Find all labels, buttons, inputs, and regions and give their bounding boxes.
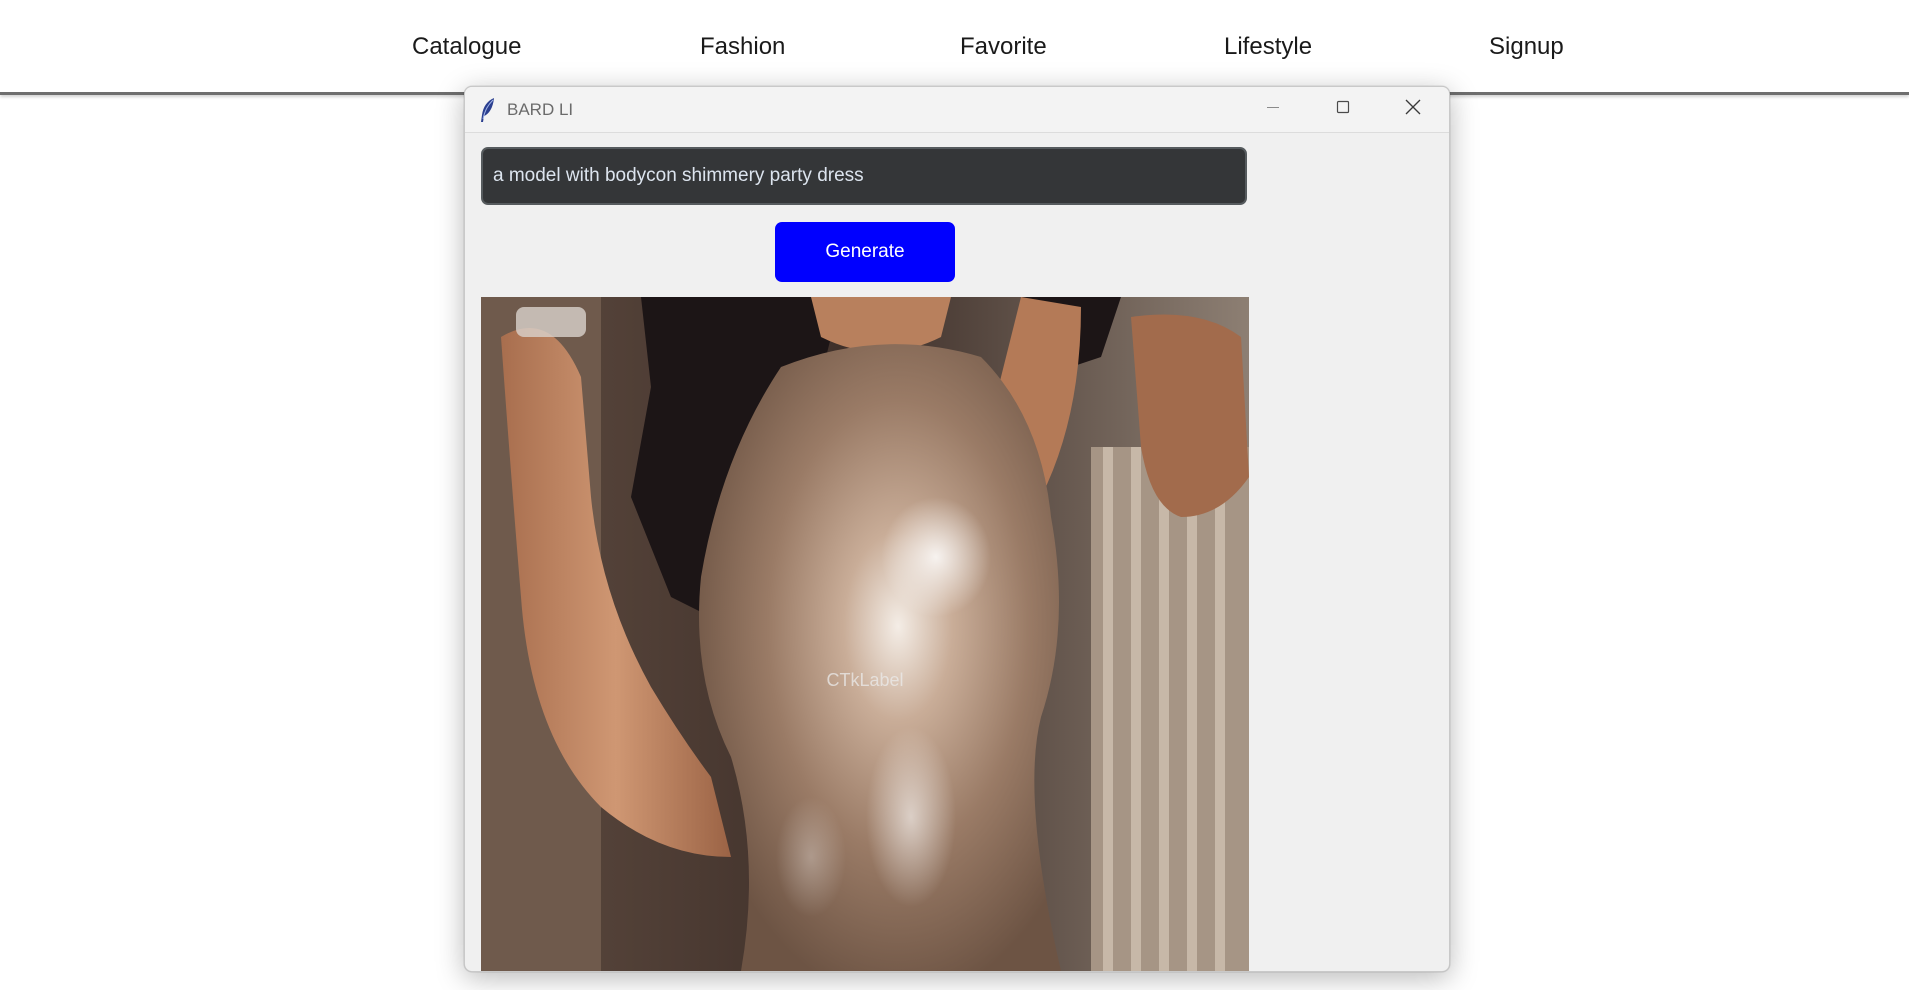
nav-link-fashion[interactable]: Fashion: [700, 30, 785, 64]
image-label: CTkLabel: [826, 670, 904, 690]
minimize-icon: [1265, 99, 1281, 120]
nav-link-favorite[interactable]: Favorite: [960, 30, 1047, 64]
nav-link-signup[interactable]: Signup: [1489, 30, 1564, 64]
nav-link-catalogue[interactable]: Catalogue: [412, 30, 521, 64]
feather-icon: [479, 97, 497, 123]
window-title-bar[interactable]: BARD LI: [465, 87, 1449, 133]
generate-button[interactable]: Generate: [775, 222, 955, 282]
app-window: BARD LI Generate: [464, 86, 1450, 972]
minimize-button[interactable]: [1238, 87, 1308, 132]
maximize-icon: [1335, 99, 1351, 120]
prompt-input[interactable]: [481, 147, 1247, 205]
close-button[interactable]: [1378, 87, 1448, 132]
nav-link-lifestyle[interactable]: Lifestyle: [1224, 30, 1312, 64]
generated-image-picture: [481, 297, 1249, 971]
close-icon: [1404, 98, 1422, 121]
generated-image: CTkLabel: [481, 297, 1249, 971]
window-title: BARD LI: [507, 100, 574, 119]
maximize-button[interactable]: [1308, 87, 1378, 132]
site-navbar: Catalogue Fashion Favorite Lifestyle Sig…: [0, 0, 1909, 95]
